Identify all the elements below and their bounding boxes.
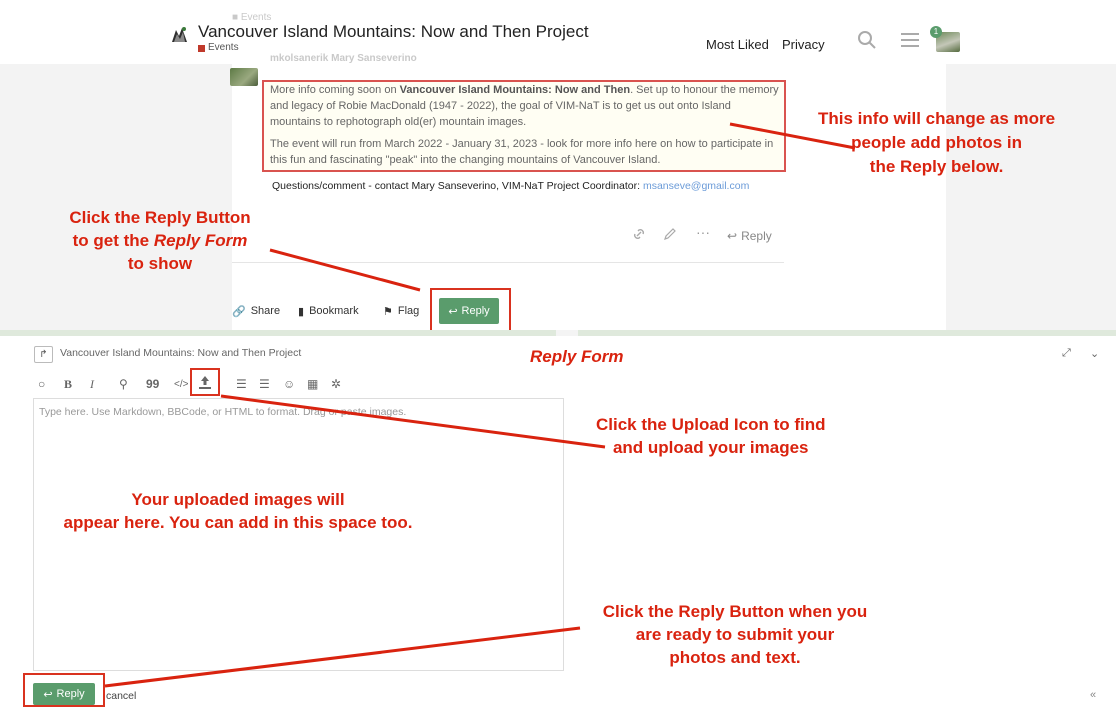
faint-author: mkolsanerik Mary Sanseverino [270,53,417,64]
upload-icon-highlight [190,368,220,396]
edit-pencil-icon[interactable] [663,227,677,244]
reply-button-highlight [430,288,511,333]
collapse-preview-icon[interactable]: « [1090,689,1096,701]
link-icon[interactable] [632,227,646,244]
nav-privacy[interactable]: Privacy [782,37,825,52]
nav-most-liked[interactable]: Most Liked [706,37,769,52]
emoji-icon[interactable]: ☺ [283,377,295,391]
quote-icon[interactable]: ○ [38,377,45,391]
post-paragraph-2: The event will run from March 2022 - Jan… [270,138,774,166]
post-contact-line: Questions/comment - contact Mary Sanseve… [272,180,750,192]
blockquote-icon[interactable]: 99 [146,377,159,391]
bold-icon[interactable]: B [64,377,72,392]
hamburger-menu-icon[interactable] [901,32,919,53]
bookmark-icon: ▮ [298,305,305,318]
bookmark-button[interactable]: ▮ Bookmark [298,299,359,323]
bullet-list-icon[interactable]: ☰ [236,377,247,391]
left-gutter [0,64,232,330]
share-button[interactable]: 🔗 Share [232,299,280,323]
code-icon[interactable]: </> [174,379,188,390]
annotation-reply-submit: Click the Reply Button when you are read… [602,602,868,667]
category-badge-icon [198,45,205,52]
date-icon[interactable]: ▦ [307,377,318,391]
topic-title[interactable]: Vancouver Island Mountains: Now and Then… [198,22,589,42]
post-paragraph-1: More info coming soon on Vancouver Islan… [270,84,779,128]
notification-badge[interactable]: 1 [930,26,942,38]
annotation-uploaded-images: Your uploaded images will appear here. Y… [63,490,413,532]
composer-grip[interactable] [556,330,578,336]
annotation-reply-form: Reply Form [530,347,624,366]
fullscreen-icon[interactable]: ⤢ [1062,347,1071,360]
annotation-upload-icon: Click the Upload Icon to find and upload… [596,415,826,457]
reply-to-icon[interactable]: ↱ [34,346,53,363]
hyperlink-icon[interactable]: ⚲ [119,377,128,391]
minimize-chevron-icon[interactable]: ⌄ [1090,347,1099,360]
right-gutter [946,64,1116,330]
flag-icon: ⚑ [383,305,393,318]
numbered-list-icon[interactable]: ☰ [259,377,270,391]
reply-arrow-icon: ↩ [727,229,738,243]
email-link[interactable]: msanseve@gmail.com [643,180,749,192]
italic-icon[interactable]: I [90,377,94,392]
post-divider [232,262,784,263]
reply-editor-textarea[interactable] [33,398,564,671]
annotation-click-reply: Click the Reply Button to get the Reply … [69,208,251,273]
reply-to-title[interactable]: Vancouver Island Mountains: Now and Then… [60,347,301,359]
share-icon: 🔗 [232,305,246,318]
editor-placeholder: Type here. Use Markdown, BBCode, or HTML… [39,406,407,418]
annotation-info-change: This info will change as more people add… [818,109,1056,176]
post-author-avatar[interactable] [230,68,258,86]
gear-icon[interactable]: ✲ [331,377,341,391]
more-options-icon[interactable]: ··· [696,224,710,240]
submit-reply-highlight [23,673,105,707]
cancel-link[interactable]: cancel [106,690,136,702]
search-icon[interactable] [857,30,877,55]
category-link[interactable]: Events [208,42,239,53]
post-reply-button[interactable]: ↩ Reply [727,229,772,243]
faint-category: ■ Events [232,12,272,23]
site-logo-icon[interactable] [168,24,190,46]
flag-button[interactable]: ⚑ Flag [383,299,419,323]
